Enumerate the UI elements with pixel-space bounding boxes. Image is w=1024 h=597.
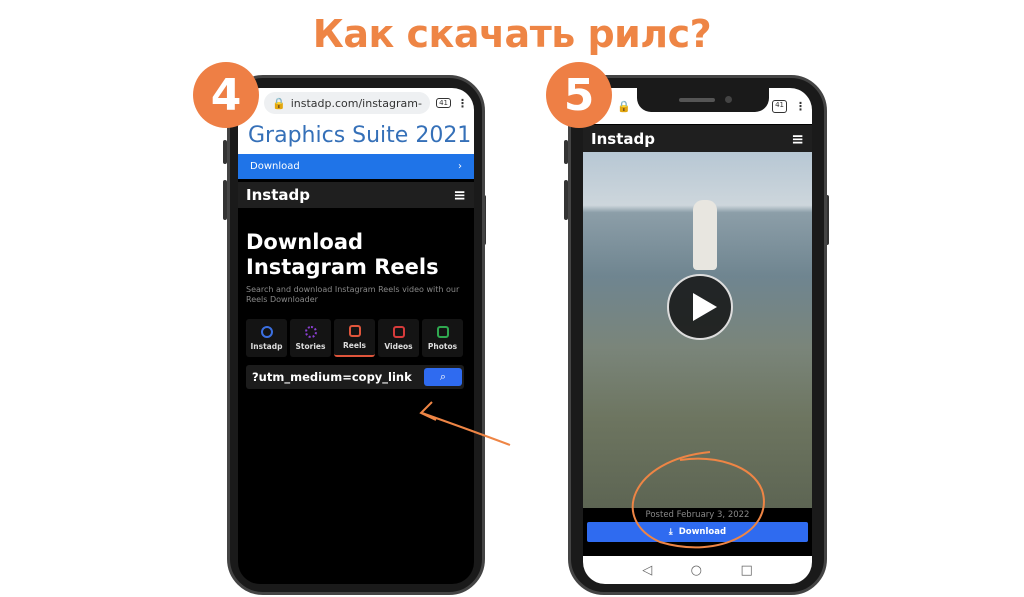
step-badge: 5 [546, 62, 612, 128]
step-badge: 4 [193, 62, 259, 128]
annotation-circle [631, 451, 765, 549]
